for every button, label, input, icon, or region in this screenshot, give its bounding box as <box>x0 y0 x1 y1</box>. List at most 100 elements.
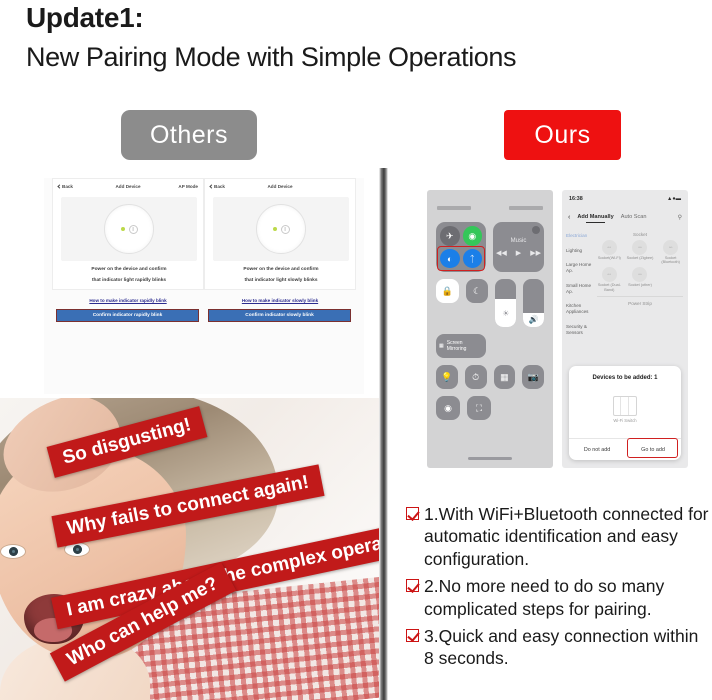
device-grid-panel: Socket ▫▫ Socket(Wi-Fi) ▫▫ Socket (Zigbe… <box>595 228 688 378</box>
page-subtitle: New Pairing Mode with Simple Operations <box>26 42 517 72</box>
scan-icon[interactable]: ⛶ <box>467 396 491 420</box>
chevron-left-icon <box>209 184 214 189</box>
confirm-slow-blink-button[interactable]: Confirm indicator slowly blink <box>208 309 351 322</box>
sidebar-item-electrician[interactable]: Electrician <box>566 233 592 239</box>
help-link-slow-blink[interactable]: How to make indicator slowly blink <box>204 298 356 303</box>
moon-icon[interactable]: ☾ <box>465 279 489 303</box>
volume-icon: 🔊 <box>523 312 544 327</box>
status-left-glyphs <box>437 206 471 210</box>
column-divider <box>379 168 388 700</box>
dialog-body: Wi-Fi Switch <box>569 381 681 438</box>
category-sidebar: Electrician Lighting Large Home Ap. Smal… <box>562 228 595 378</box>
record-icon[interactable]: ◉ <box>436 396 460 420</box>
music-widget[interactable]: Music ◀◀ ▶ ▶▶ <box>493 222 544 272</box>
page-title: Update1: <box>26 2 144 33</box>
add-device-dialog: Devices to be added: 1 Wi-Fi Switch Do n… <box>569 366 681 460</box>
sidebar-item-kitchen-appliances[interactable]: Kitchen Appliances <box>566 303 592 314</box>
device-tile[interactable]: ▫▫ Socket (Zigbee) <box>626 240 655 264</box>
tab-add-manually[interactable]: Add Manually <box>577 214 614 223</box>
screen-mirroring-tile[interactable]: ▦ Screen Mirroring <box>436 334 486 358</box>
brightness-icon: ☀ <box>495 299 517 327</box>
status-icons: ▲●▬ <box>667 196 681 202</box>
screen-caption-line1: Power on the device and confirm <box>243 267 319 272</box>
dialog-title: Devices to be added: 1 <box>592 375 658 381</box>
rotation-lock-icon[interactable]: 🔒 <box>436 279 459 303</box>
ap-mode-label: AP Mode <box>178 184 198 189</box>
power-button-icon <box>128 224 138 234</box>
flashlight-icon[interactable]: 💡 <box>436 365 458 389</box>
back-icon[interactable]: ‹ <box>568 214 570 221</box>
app-screen-ez-mode: Back Add Device Power on the device and … <box>204 178 356 290</box>
screen-caption-line2: that indicator light slowly blinks <box>244 278 318 283</box>
device-label: Socket (Dual-Band) <box>597 283 621 292</box>
section-title-power-strip: Power Strip <box>628 300 652 306</box>
next-track-icon[interactable]: ▶▶ <box>530 249 541 257</box>
play-icon[interactable]: ▶ <box>516 249 521 257</box>
device-label: Socket (Zigbee) <box>626 256 654 260</box>
socket-icon: ▫▫ <box>632 240 648 255</box>
device-image <box>104 204 154 254</box>
phone-control-center: ✈ ◉ ◐ ᛏ Music ◀◀ ▶ ▶▶ 🔒 ☾ ☀ 🔊 ▦ Screen M… <box>427 190 553 468</box>
back-button[interactable]: Back <box>209 184 225 189</box>
sidebar-item-lighting[interactable]: Lighting <box>566 248 592 254</box>
do-not-add-button[interactable]: Do not add <box>569 439 625 460</box>
airplay-icon[interactable] <box>532 226 540 234</box>
device-illustration-card <box>213 197 349 261</box>
indicator-led-icon <box>120 227 125 231</box>
infographic-page: Update1: New Pairing Mode with Simple Op… <box>0 0 712 700</box>
status-bar <box>427 206 553 214</box>
screen-navbar: Back Add Device AP Mode <box>53 179 203 194</box>
go-to-add-button[interactable]: Go to add <box>625 438 681 460</box>
socket-icon: ▫▫ <box>601 240 617 255</box>
cc-row-connectivity: ✈ ◉ ◐ ᛏ Music ◀◀ ▶ ▶▶ <box>436 222 544 272</box>
status-right-glyphs <box>509 206 543 210</box>
benefit-text: 3.Quick and easy connection within 8 sec… <box>424 625 699 669</box>
confirm-rapid-blink-button[interactable]: Confirm indicator rapidly blink <box>56 309 199 322</box>
benefit-text: 2.No more need to do so many complicated… <box>424 576 665 619</box>
sidebar-item-large-home-ap[interactable]: Large Home Ap. <box>566 262 592 273</box>
screen-caption-line2: that indicator light rapidly blinks <box>91 278 167 283</box>
sidebar-item-security-sensors[interactable]: Security & Sensors <box>566 324 592 335</box>
sidebar-item-small-home-ap[interactable]: Small Home Ap. <box>566 283 592 294</box>
app-screen-ap-mode: Back Add Device AP Mode Power on the dev… <box>52 178 204 290</box>
previous-track-icon[interactable]: ◀◀ <box>496 249 507 257</box>
indicator-led-icon <box>272 227 277 231</box>
music-label: Music <box>510 237 527 244</box>
volume-slider[interactable]: 🔊 <box>523 279 544 327</box>
help-link-rapid-blink[interactable]: How to make indicator rapidly blink <box>52 298 204 303</box>
device-image <box>256 204 306 254</box>
control-center-grid: ✈ ◉ ◐ ᛏ Music ◀◀ ▶ ▶▶ 🔒 ☾ ☀ 🔊 ▦ Screen M… <box>436 222 544 427</box>
wifi-icon[interactable]: ◐ <box>440 249 460 268</box>
benefit-text: 1.With WiFi+Bluetooth connected for auto… <box>424 504 709 569</box>
screen-title: Add Device <box>267 184 293 189</box>
socket-icon: ▫▫ <box>601 267 617 283</box>
cc-row-mirroring: ▦ Screen Mirroring <box>436 334 544 358</box>
screen-mirroring-label: Screen Mirroring <box>446 340 467 352</box>
chevron-left-icon <box>57 184 62 189</box>
calculator-icon[interactable]: ▦ <box>493 365 516 389</box>
camera-icon[interactable]: 📷 <box>522 365 544 389</box>
status-bar: 16:38 ▲●▬ <box>562 196 688 202</box>
cellular-icon[interactable]: ◉ <box>462 226 482 246</box>
checkmark-icon <box>406 507 419 520</box>
tab-auto-scan[interactable]: Auto Scan <box>621 214 647 220</box>
cc-row-toggles: 🔒 ☾ ☀ 🔊 <box>436 279 544 327</box>
device-tile[interactable]: ▫▫ Socket (Dual-Band) <box>595 267 624 292</box>
device-tile[interactable]: ▫▫ Socket(Wi-Fi) <box>595 240 624 264</box>
power-button-icon <box>280 224 290 234</box>
timer-icon[interactable]: ⏱ <box>464 365 487 389</box>
back-label: Back <box>62 184 73 189</box>
status-time: 16:38 <box>569 196 583 202</box>
device-tile[interactable]: ▫▫ Socket (Bluetooth) <box>656 240 685 264</box>
back-button[interactable]: Back <box>57 184 73 189</box>
airplane-icon[interactable]: ✈ <box>440 226 460 246</box>
device-label: Socket(Wi-Fi) <box>597 256 621 260</box>
section-title: Socket <box>632 232 648 237</box>
bluetooth-icon[interactable]: ᛏ <box>462 249 482 268</box>
cc-row-utilities: 💡 ⏱ ▦ 📷 <box>436 365 544 389</box>
benefit-item: 3.Quick and easy connection within 8 sec… <box>406 625 712 670</box>
search-icon[interactable]: ⚲ <box>678 214 682 221</box>
device-tile[interactable]: ▫▫ Socket (other) <box>626 267 655 291</box>
device-grid: ▫▫ Socket(Wi-Fi) ▫▫ Socket (Zigbee) ▫▫ S… <box>595 240 685 292</box>
brightness-slider[interactable]: ☀ <box>495 279 517 327</box>
